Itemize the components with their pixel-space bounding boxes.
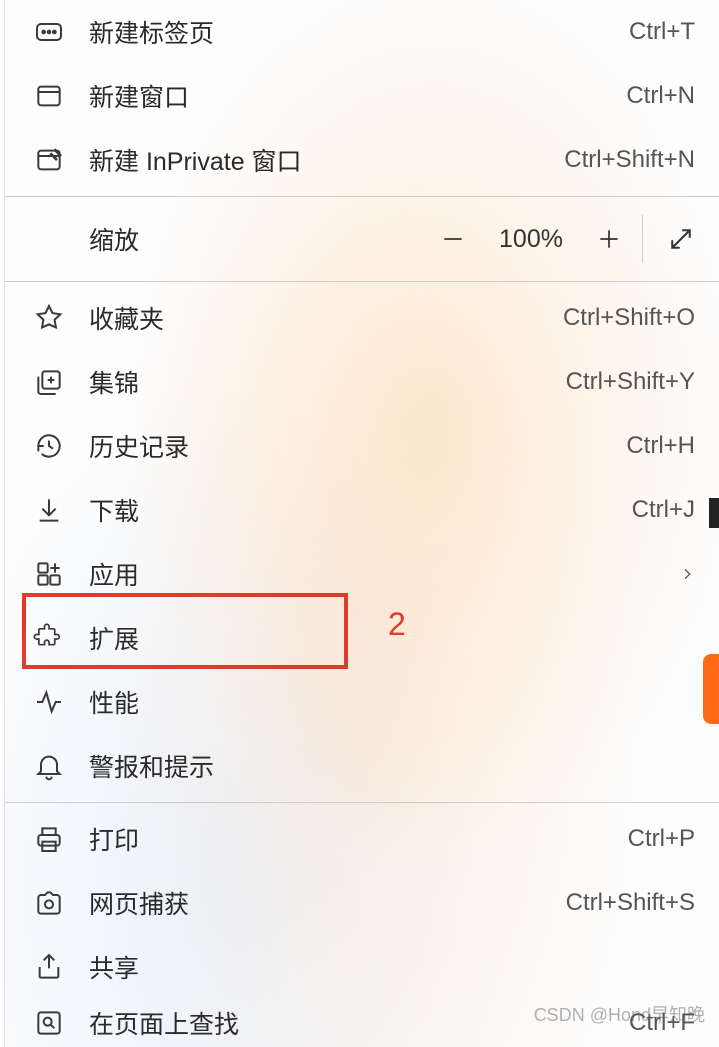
history-icon: [33, 430, 89, 462]
zoom-label: 缩放: [89, 221, 420, 257]
menu-item-shortcut: Ctrl+N: [626, 82, 695, 110]
menu-item-performance[interactable]: 性能: [5, 670, 719, 734]
menu-item-label: 下载: [89, 492, 632, 528]
page-edge-black: [709, 498, 719, 528]
menu-item-favorites[interactable]: 收藏夹 Ctrl+Shift+O: [5, 286, 719, 350]
extension-icon: [33, 622, 89, 654]
download-icon: [33, 494, 89, 526]
collections-icon: [33, 366, 89, 398]
menu-item-shortcut: Ctrl+P: [628, 825, 695, 853]
zoom-in-button[interactable]: [576, 201, 642, 277]
menu-item-zoom: 缩放 100%: [5, 201, 719, 277]
capture-icon: [33, 887, 89, 919]
find-icon: [33, 1007, 89, 1039]
page-edge-orange: [703, 654, 719, 724]
browser-menu: 新建标签页 Ctrl+T 新建窗口 Ctrl+N 新建 InPrivate 窗口…: [4, 0, 719, 1047]
menu-item-find[interactable]: 在页面上查找 Ctrl+F: [5, 999, 719, 1047]
menu-item-shortcut: Ctrl+Shift+Y: [566, 368, 695, 396]
menu-item-label: 扩展: [89, 620, 695, 656]
share-icon: [33, 951, 89, 983]
menu-item-label: 共享: [89, 949, 695, 985]
chevron-right-icon: [675, 566, 695, 582]
menu-item-new-window[interactable]: 新建窗口 Ctrl+N: [5, 64, 719, 128]
menu-item-label: 新建标签页: [89, 14, 629, 50]
menu-item-label: 集锦: [89, 364, 566, 400]
zoom-controls: 100%: [420, 201, 719, 277]
menu-item-extensions[interactable]: 扩展: [5, 606, 719, 670]
menu-item-label: 网页捕获: [89, 885, 566, 921]
menu-item-label: 在页面上查找: [89, 1005, 629, 1041]
menu-item-new-inprivate[interactable]: 新建 InPrivate 窗口 Ctrl+Shift+N: [5, 128, 719, 192]
menu-item-alerts[interactable]: 警报和提示: [5, 734, 719, 798]
menu-item-downloads[interactable]: 下载 Ctrl+J: [5, 478, 719, 542]
star-icon: [33, 302, 89, 334]
menu-item-shortcut: Ctrl+Shift+N: [564, 146, 695, 174]
tab-plus-icon: [33, 16, 89, 48]
menu-item-shortcut: Ctrl+Shift+S: [566, 889, 695, 917]
print-icon: [33, 823, 89, 855]
menu-divider: [5, 281, 719, 282]
menu-divider: [5, 196, 719, 197]
inprivate-icon: [33, 144, 89, 176]
bell-icon: [33, 750, 89, 782]
menu-item-label: 收藏夹: [89, 300, 563, 336]
menu-item-shortcut: Ctrl+F: [629, 1009, 695, 1037]
zoom-value: 100%: [486, 225, 576, 254]
menu-item-print[interactable]: 打印 Ctrl+P: [5, 807, 719, 871]
menu-item-shortcut: Ctrl+Shift+O: [563, 304, 695, 332]
menu-item-shortcut: Ctrl+T: [629, 18, 695, 46]
menu-item-label: 警报和提示: [89, 748, 695, 784]
menu-item-collections[interactable]: 集锦 Ctrl+Shift+Y: [5, 350, 719, 414]
menu-item-label: 应用: [89, 556, 675, 592]
apps-icon: [33, 558, 89, 590]
fullscreen-button[interactable]: [643, 201, 719, 277]
menu-item-label: 打印: [89, 821, 628, 857]
performance-icon: [33, 686, 89, 718]
menu-item-shortcut: Ctrl+H: [626, 432, 695, 460]
menu-item-new-tab[interactable]: 新建标签页 Ctrl+T: [5, 0, 719, 64]
menu-item-share[interactable]: 共享: [5, 935, 719, 999]
menu-item-history[interactable]: 历史记录 Ctrl+H: [5, 414, 719, 478]
menu-item-label: 新建 InPrivate 窗口: [89, 142, 564, 178]
menu-item-label: 新建窗口: [89, 78, 626, 114]
zoom-out-button[interactable]: [420, 201, 486, 277]
menu-item-label: 历史记录: [89, 428, 626, 464]
window-icon: [33, 80, 89, 112]
menu-item-shortcut: Ctrl+J: [632, 496, 695, 524]
menu-item-apps[interactable]: 应用: [5, 542, 719, 606]
menu-item-label: 性能: [89, 684, 695, 720]
menu-item-capture[interactable]: 网页捕获 Ctrl+Shift+S: [5, 871, 719, 935]
menu-divider: [5, 802, 719, 803]
